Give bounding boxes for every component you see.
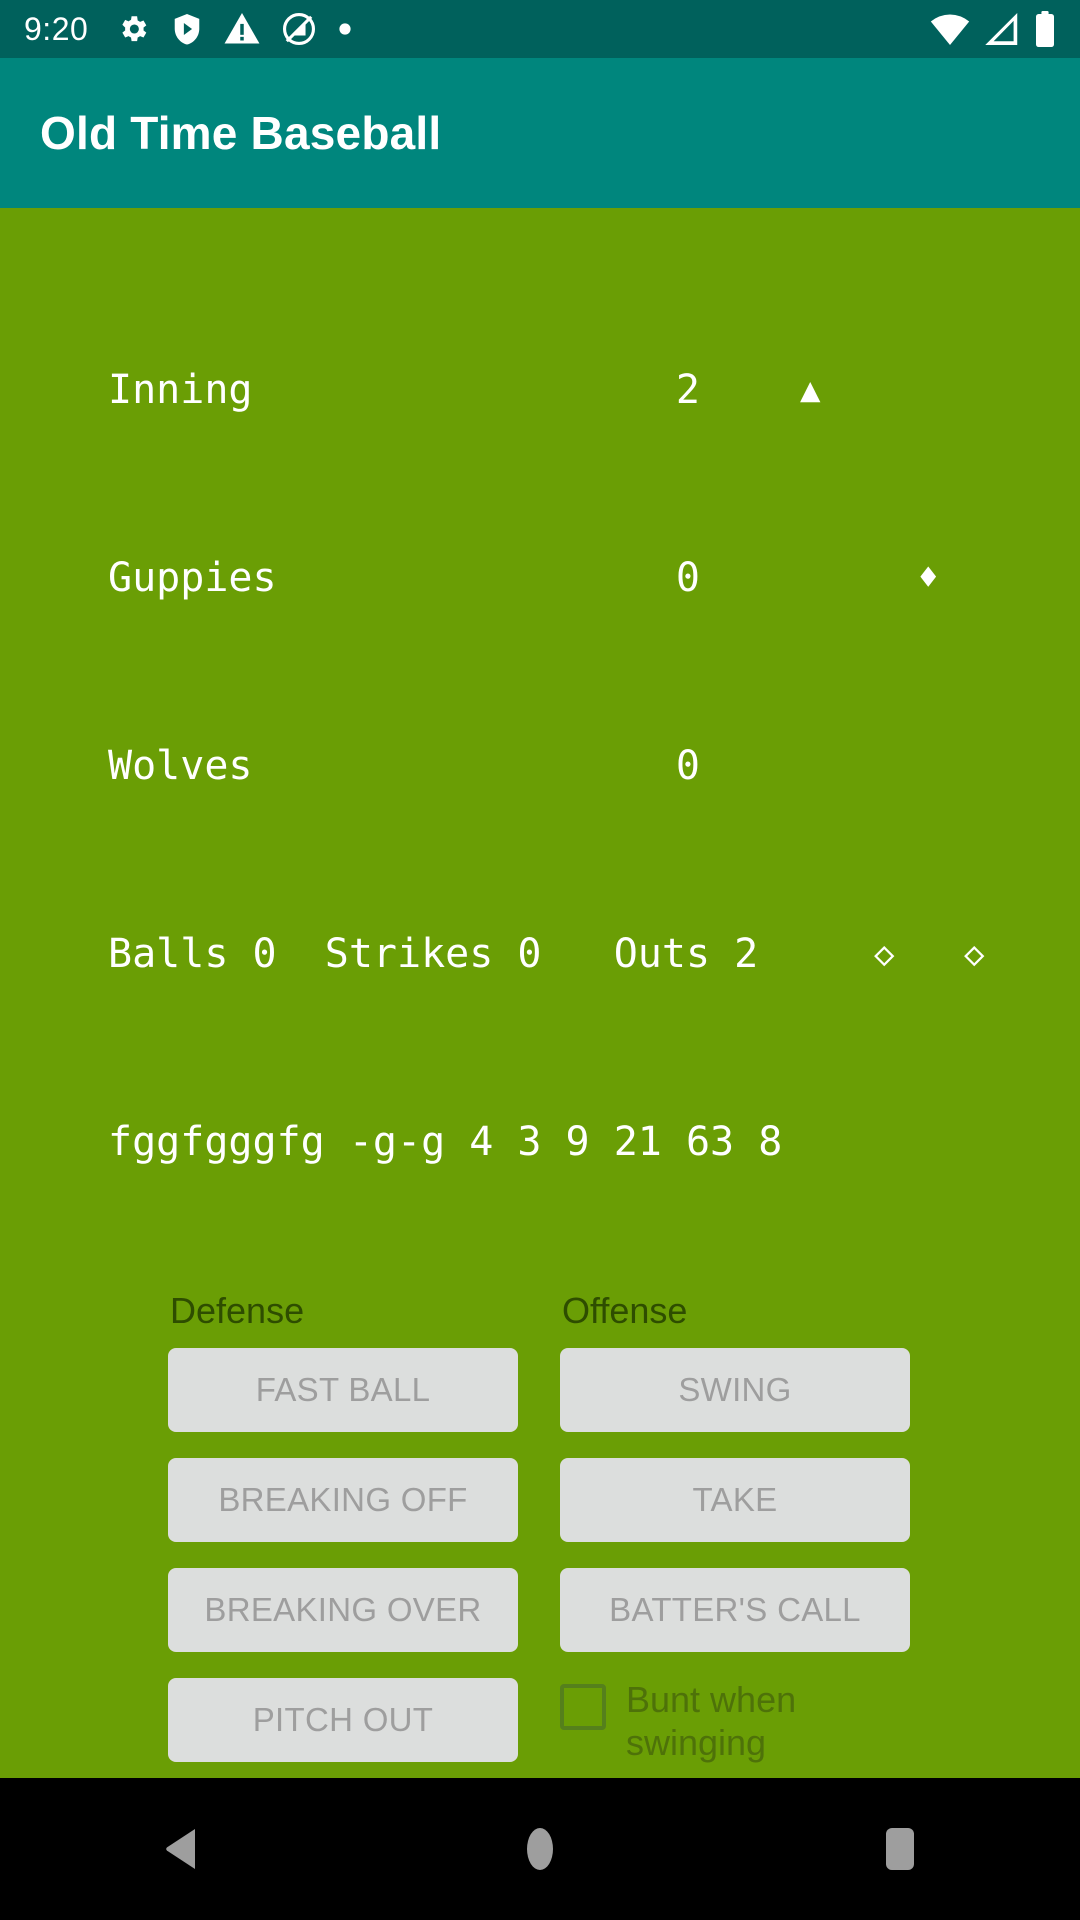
status-notification-icons [116,12,352,46]
scoreboard-row-guppies: Guppies 0 ♦ [108,555,1080,602]
away-team-label: Guppies [108,555,277,601]
swing-button[interactable]: SWING [560,1348,910,1432]
back-nav-icon [166,1829,195,1869]
pitch-log: fggfgggfg -g-g 4 3 9 21 63 8 [108,1119,783,1165]
wifi-icon [930,14,970,45]
dot-icon [339,23,351,35]
no-symbol-icon [283,12,316,46]
home-nav-icon [527,1828,553,1870]
inning-half-arrow-icon: ▲ [800,370,821,410]
app-bar: Old Time Baseball [0,58,1080,208]
phone-screen: 9:20 Old Time Baseball Inning 2 ▲ Guppie… [0,0,1080,1920]
second-base-icon: ◇ [874,934,895,974]
status-system-icons [930,11,1056,47]
action-panels: Defense FAST BALL BREAKING OFF BREAKING … [0,1290,1080,1778]
bunt-when-swinging-label: Bunt when swinging [626,1679,797,1763]
battery-icon [1036,11,1054,47]
android-nav-bar [0,1778,1080,1920]
gear-icon [122,16,147,42]
home-nav-button[interactable] [460,1778,620,1920]
batters-call-button[interactable]: BATTER'S CALL [560,1568,910,1652]
status-bar: 9:20 [0,0,1080,58]
breaking-off-button[interactable]: BREAKING OFF [168,1458,518,1542]
scoreboard: Inning 2 ▲ Guppies 0 ♦ Wolves 0 Balls 0 … [108,226,1080,1260]
defense-column: Defense FAST BALL BREAKING OFF BREAKING … [168,1290,518,1778]
back-nav-button[interactable] [100,1778,260,1920]
status-clock: 9:20 [24,10,89,47]
home-team-score: 0 [675,743,700,789]
page-title: Old Time Baseball [40,107,442,159]
offense-header: Offense [562,1290,688,1331]
main-content: Inning 2 ▲ Guppies 0 ♦ Wolves 0 Balls 0 … [0,208,1080,1778]
pitch-out-button[interactable]: PITCH OUT [168,1678,518,1762]
recents-nav-button[interactable] [820,1778,980,1920]
shield-play-icon [175,14,200,45]
first-base-icon: ♦ [918,558,939,598]
inning-label: Inning [108,367,253,413]
fast-ball-button[interactable]: FAST BALL [168,1348,518,1432]
breaking-over-button[interactable]: BREAKING OVER [168,1568,518,1652]
scoreboard-row-count: Balls 0 Strikes 0 Outs 2 ◇ ◇ [108,931,1080,978]
third-base-icon: ◇ [964,934,985,974]
home-team-label: Wolves [108,743,253,789]
checkbox-icon[interactable] [560,1684,606,1730]
away-team-score: 0 [675,555,700,601]
bunt-when-swinging-checkbox-row[interactable]: Bunt when swinging [560,1678,910,1764]
offense-column: Offense SWING TAKE BATTER'S CALL Bunt wh… [560,1290,910,1778]
take-button[interactable]: TAKE [560,1458,910,1542]
cell-signal-icon [985,13,1018,45]
count-line: Balls 0 Strikes 0 Outs 2 [108,931,759,977]
recents-nav-icon [886,1828,914,1870]
defense-header: Defense [170,1290,305,1331]
inning-value: 2 [675,367,700,413]
scoreboard-row-inning: Inning 2 ▲ [108,367,1080,414]
scoreboard-row-wolves: Wolves 0 [108,743,1080,790]
warning-icon [224,13,260,44]
